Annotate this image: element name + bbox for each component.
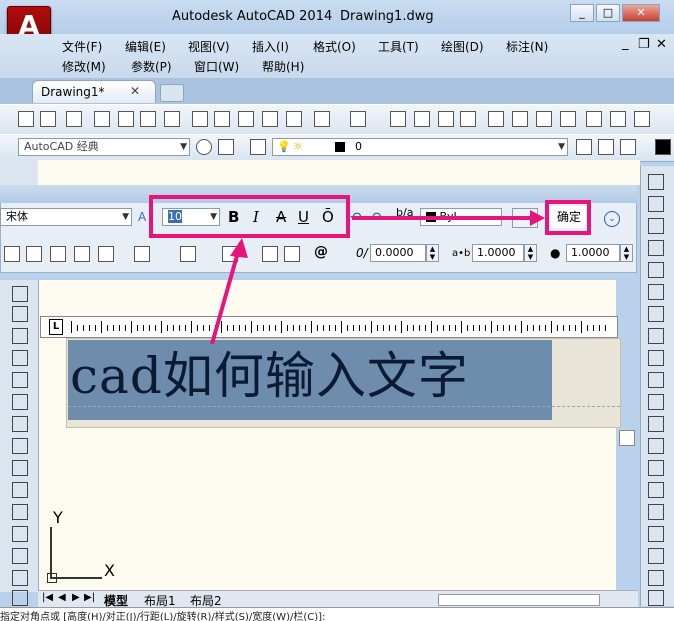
arrow-head-right (530, 210, 545, 226)
layout-tab-bar: |◀ ◀ ▶ ▶| 模型 布局1 布局2 (38, 590, 638, 608)
next-layout-icon[interactable]: ▶ (72, 592, 80, 603)
horizontal-scrollbar[interactable] (438, 594, 600, 606)
annotation-arrows (210, 210, 545, 345)
arrow-head-up (230, 238, 248, 258)
prev-layout-icon[interactable]: ◀ (58, 592, 66, 603)
last-layout-icon[interactable]: ▶| (84, 592, 95, 603)
command-line[interactable]: 指定对角点或 [高度(H)/对正(J)/行距(L)/旋转(R)/样式(S)/宽度… (0, 607, 674, 621)
arrow-to-format (210, 251, 240, 345)
first-layout-icon[interactable]: |◀ (42, 592, 53, 603)
